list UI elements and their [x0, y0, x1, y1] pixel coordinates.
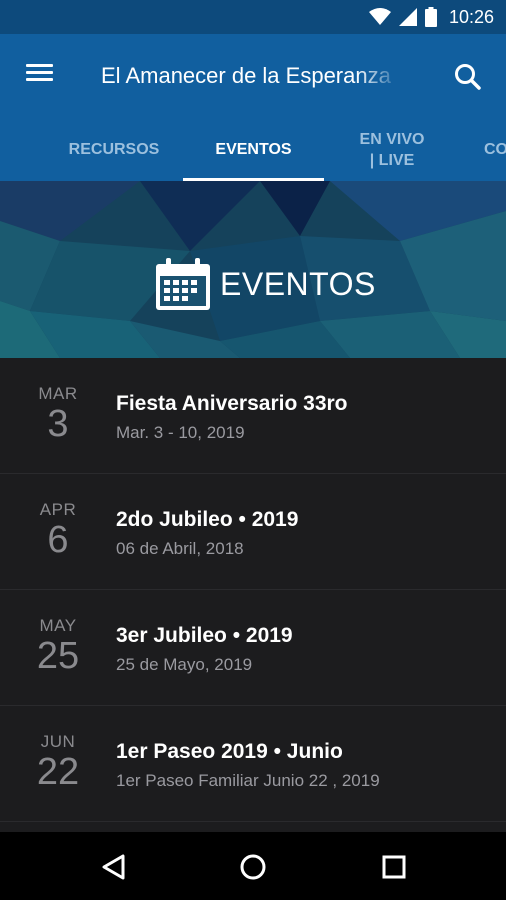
event-title: Fiesta Aniversario 33ro [116, 392, 348, 415]
event-subtitle: Mar. 3 - 10, 2019 [116, 423, 245, 442]
event-subtitle: 06 de Abril, 2018 [116, 539, 244, 558]
banner-title: EVENTOS [220, 265, 376, 302]
event-day: 6 [47, 519, 69, 561]
event-row[interactable]: JUN 22 1er Paseo 2019 • Junio 1er Paseo … [0, 706, 506, 822]
tab-eventos[interactable]: EVENTOS [183, 118, 324, 181]
tab-label: RECURSOS [68, 141, 160, 158]
tab-co[interactable]: CO [462, 118, 506, 181]
event-month: APR [39, 500, 77, 519]
event-list: MAR 3 Fiesta Aniversario 33ro Mar. 3 - 1… [0, 358, 506, 822]
tab-label: EVENTOS [215, 141, 292, 158]
event-subtitle: 1er Paseo Familiar Junio 22 , 2019 [116, 771, 380, 790]
search-icon[interactable] [448, 58, 488, 98]
event-day: 3 [47, 403, 69, 445]
tab-bar: RECURSOS EVENTOS EN VIVO | LIVE CO [0, 118, 506, 181]
recents-icon[interactable] [376, 849, 412, 885]
event-date: MAY 25 [18, 616, 98, 676]
event-row[interactable]: APR 6 2do Jubileo • 2019 06 de Abril, 20… [0, 474, 506, 590]
tab-recursos[interactable]: RECURSOS [44, 118, 184, 181]
event-row[interactable]: MAR 3 Fiesta Aniversario 33ro Mar. 3 - 1… [0, 358, 506, 474]
battery-icon [424, 7, 437, 27]
event-month: MAY [39, 616, 77, 635]
event-day: 22 [36, 751, 80, 793]
event-title: 3er Jubileo • 2019 [116, 624, 293, 647]
event-row[interactable]: MAY 25 3er Jubileo • 2019 25 de Mayo, 20… [0, 590, 506, 706]
calendar-icon [156, 258, 210, 310]
event-date: APR 6 [18, 500, 98, 560]
wifi-icon [368, 8, 391, 25]
status-bar: 10:26 [0, 0, 506, 34]
back-icon[interactable] [96, 849, 132, 885]
status-time: 10:26 [448, 6, 494, 27]
event-subtitle: 25 de Mayo, 2019 [116, 655, 253, 674]
hamburger-menu-icon[interactable] [22, 60, 58, 90]
signal-icon [398, 8, 417, 26]
tab-en-vivo[interactable]: EN VIVO | LIVE [322, 118, 462, 181]
app-bar: El Amanecer de la Esperanza [0, 34, 506, 118]
event-day: 25 [36, 635, 80, 677]
tab-label: CO [484, 141, 506, 158]
event-month: JUN [40, 732, 76, 751]
event-month: MAR [38, 384, 78, 403]
event-title: 2do Jubileo • 2019 [116, 508, 299, 531]
event-date: MAR 3 [18, 384, 98, 444]
event-title: 1er Paseo 2019 • Junio [116, 740, 343, 763]
system-nav-bar [0, 832, 506, 900]
home-icon[interactable] [235, 849, 271, 885]
banner-heading: EVENTOS [154, 256, 376, 312]
event-date: JUN 22 [18, 732, 98, 792]
tab-label: EN VIVO | LIVE [359, 130, 425, 169]
app-title: El Amanecer de la Esperanza [101, 63, 391, 88]
